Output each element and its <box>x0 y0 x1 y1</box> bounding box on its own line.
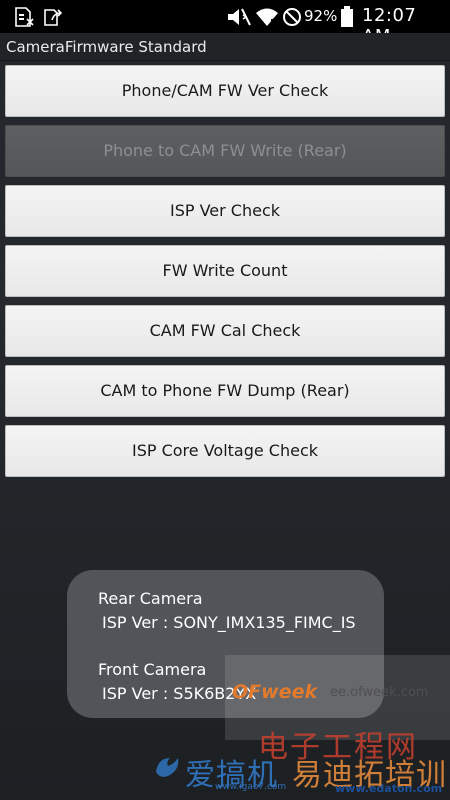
status-bar: 92% 12:07 AM <box>0 0 450 47</box>
isp-ver-check-button[interactable]: ISP Ver Check <box>5 185 445 237</box>
edaton-url-watermark: www.edaton.com <box>335 782 443 795</box>
app-title-bar: CameraFirmware Standard <box>0 33 450 61</box>
mute-icon <box>226 7 252 31</box>
cam-to-phone-fw-dump-button[interactable]: CAM to Phone FW Dump (Rear) <box>5 365 445 417</box>
phone-cam-fw-ver-check-button[interactable]: Phone/CAM FW Ver Check <box>5 65 445 117</box>
isp-version-toast: Rear Camera ISP Ver : SONY_IMX135_FIMC_I… <box>67 570 384 718</box>
rear-camera-title: Rear Camera <box>98 589 203 608</box>
edaton-watermark: 易迪拓培训 <box>292 758 447 793</box>
share-icon <box>43 7 67 31</box>
rear-isp-version: ISP Ver : SONY_IMX135_FIMC_IS <box>102 613 356 632</box>
isp-core-voltage-check-button[interactable]: ISP Core Voltage Check <box>5 425 445 477</box>
app-title: CameraFirmware Standard <box>6 38 207 56</box>
phone-to-cam-fw-write-button: Phone to CAM FW Write (Rear) <box>5 125 445 177</box>
do-not-disturb-icon <box>282 7 302 31</box>
wifi-icon <box>255 7 279 31</box>
sim-card-icon <box>14 7 36 31</box>
aigao-watermark: 爱搞机 <box>185 758 278 793</box>
battery-icon <box>340 6 354 32</box>
front-camera-title: Front Camera <box>98 660 207 679</box>
fw-write-count-button[interactable]: FW Write Count <box>5 245 445 297</box>
battery-percent: 92% <box>304 7 338 25</box>
front-isp-version: ISP Ver : S5K6B2YX <box>102 684 257 703</box>
cam-fw-cal-check-button[interactable]: CAM FW Cal Check <box>5 305 445 357</box>
aigao-logo-icon <box>152 752 184 786</box>
aigao-url-watermark: www.igao7.com <box>215 782 287 792</box>
elec-engineering-watermark: 电子工程网 <box>258 730 418 765</box>
